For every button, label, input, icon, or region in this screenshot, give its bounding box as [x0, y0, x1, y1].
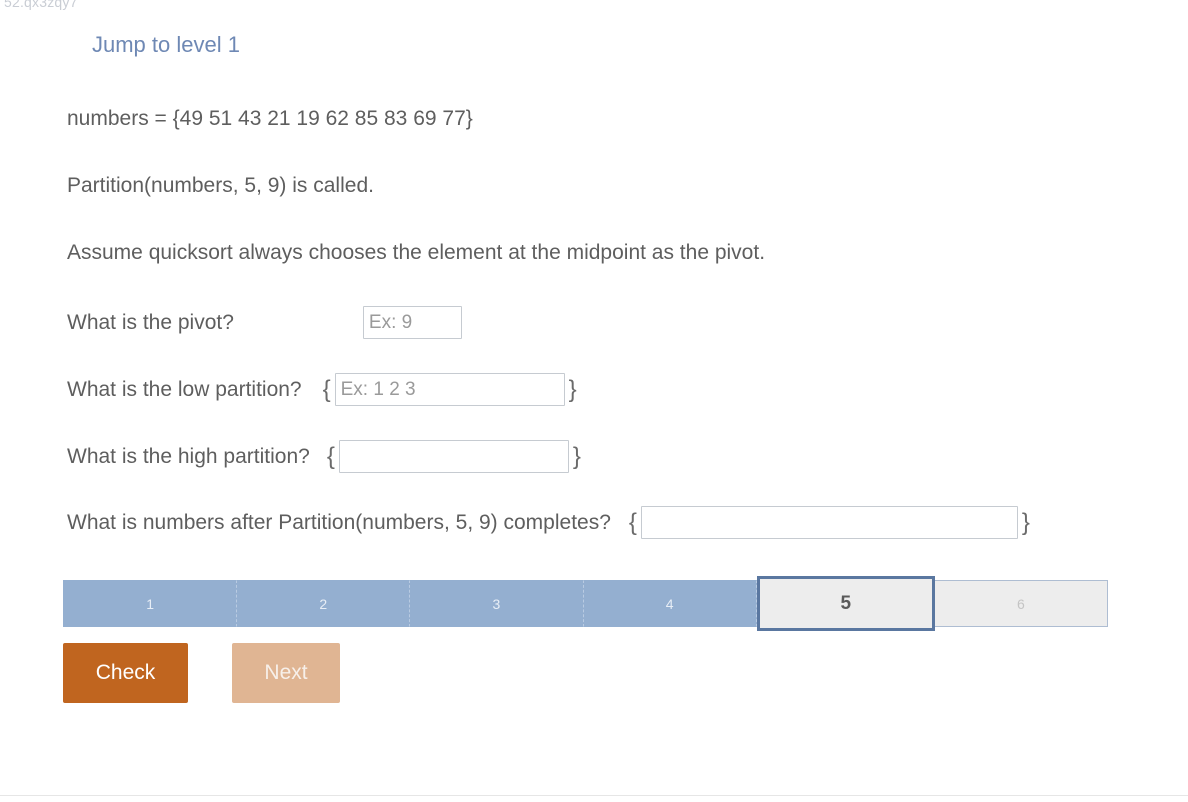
- low-partition-question-label: What is the low partition?: [67, 377, 302, 401]
- progress-segment-3[interactable]: 3: [410, 580, 584, 627]
- progress-segment-5-current[interactable]: 5: [756, 576, 935, 631]
- close-brace: }: [568, 375, 577, 403]
- progress-segment-label: 3: [492, 595, 501, 612]
- question-row-high-partition: What is the high partition? { }: [67, 440, 585, 473]
- progress-segment-1[interactable]: 1: [63, 580, 238, 627]
- close-brace: }: [572, 442, 581, 470]
- low-partition-input[interactable]: [334, 373, 565, 406]
- close-brace: }: [1021, 508, 1030, 536]
- open-brace: {: [322, 375, 331, 403]
- open-brace: {: [628, 508, 637, 536]
- progress-segment-label: 4: [665, 595, 674, 612]
- progress-segment-label: 2: [319, 595, 328, 612]
- high-partition-input[interactable]: [338, 440, 569, 473]
- level-progress-bar: 1 2 3 4 5 6: [63, 576, 1109, 631]
- question-row-final-numbers: What is numbers after Partition(numbers,…: [67, 506, 1034, 539]
- final-numbers-question-label: What is numbers after Partition(numbers,…: [67, 510, 611, 534]
- numbers-statement: numbers = {49 51 43 21 19 62 85 83 69 77…: [67, 107, 473, 130]
- open-brace: {: [326, 442, 335, 470]
- question-row-pivot: What is the pivot?: [67, 306, 462, 339]
- progress-segment-2[interactable]: 2: [237, 580, 411, 627]
- progress-segment-label: 5: [840, 592, 852, 614]
- pivot-input[interactable]: [362, 306, 462, 339]
- page-id-fragment: 52.qx3zqy7: [4, 0, 78, 10]
- high-partition-question-label: What is the high partition?: [67, 444, 310, 468]
- question-row-low-partition: What is the low partition? { }: [67, 373, 581, 406]
- jump-to-level-link[interactable]: Jump to level 1: [92, 32, 240, 58]
- progress-segment-label: 1: [146, 595, 154, 612]
- assume-statement: Assume quicksort always chooses the elem…: [67, 241, 766, 264]
- final-numbers-input[interactable]: [640, 506, 1018, 539]
- next-button[interactable]: Next: [232, 643, 340, 703]
- progress-segment-6[interactable]: 6: [934, 580, 1109, 627]
- partition-call-statement: Partition(numbers, 5, 9) is called.: [67, 174, 374, 197]
- bottom-divider: [0, 795, 1188, 796]
- check-button[interactable]: Check: [63, 643, 188, 703]
- pivot-question-label: What is the pivot?: [67, 310, 234, 334]
- progress-segment-4[interactable]: 4: [583, 580, 757, 627]
- progress-segment-label: 6: [1017, 595, 1025, 612]
